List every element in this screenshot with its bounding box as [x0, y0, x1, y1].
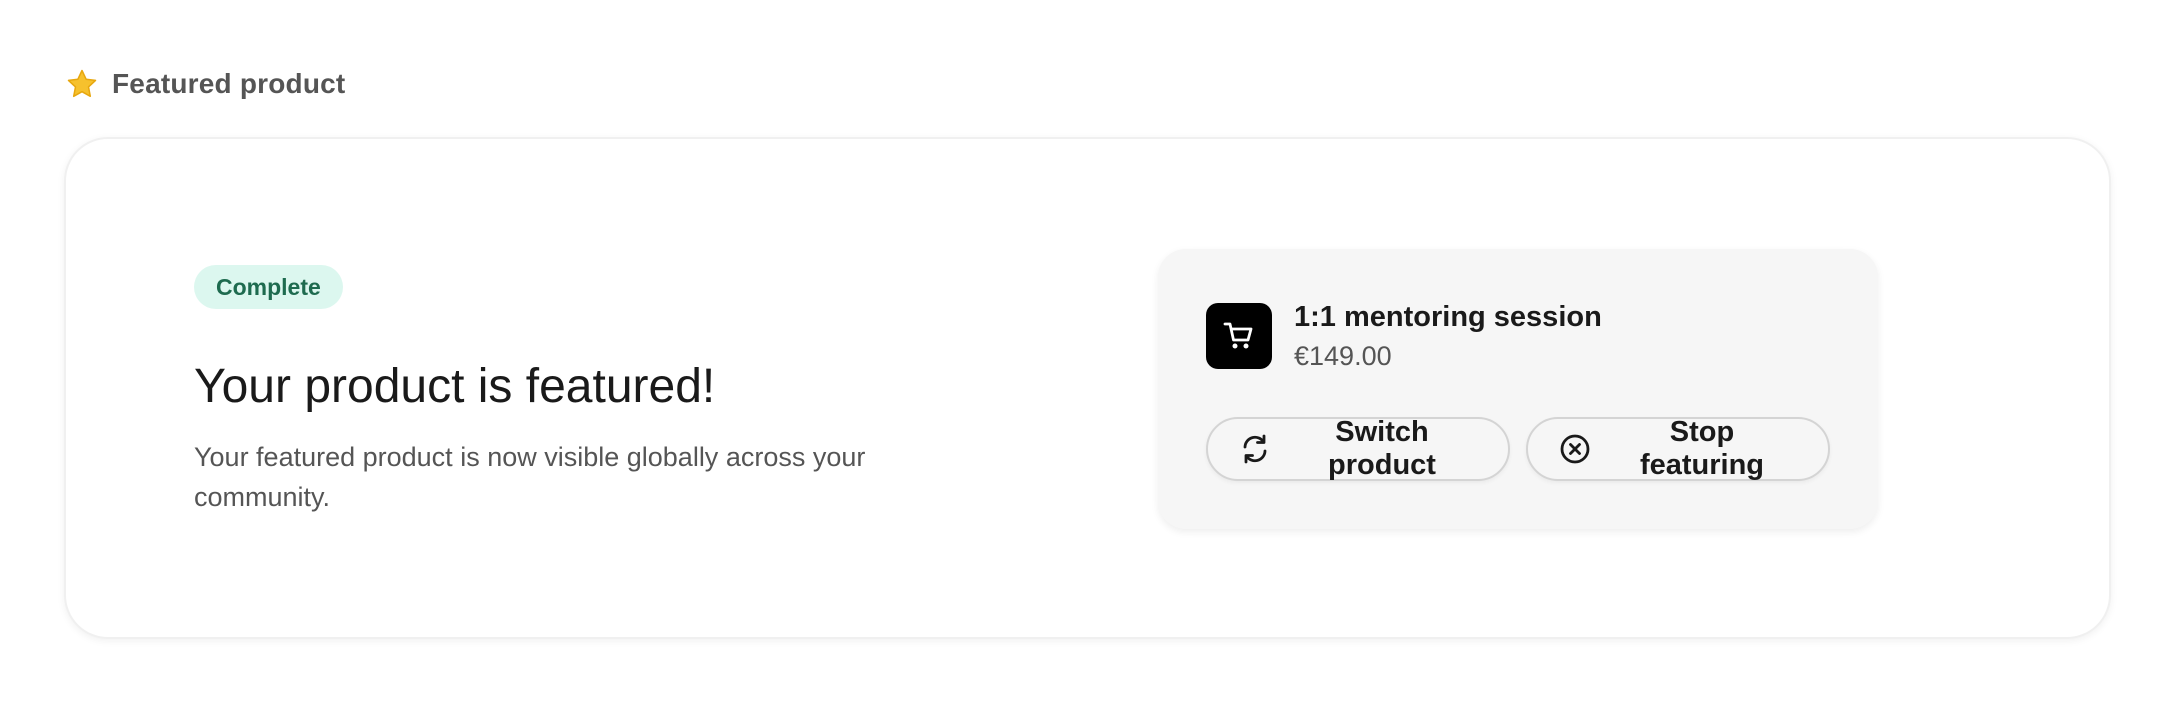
stop-featuring-button[interactable]: Stop featuring — [1526, 416, 1830, 481]
status-description: Your featured product is now visible glo… — [194, 442, 866, 512]
status-badge: Complete — [194, 265, 343, 309]
shopping-cart-icon — [1223, 322, 1253, 349]
section-header: Featured product — [66, 64, 345, 104]
stop-featuring-label: Stop featuring — [1639, 416, 1765, 481]
page-title: Your product is featured! — [194, 360, 716, 413]
section-title: Featured product — [112, 68, 346, 99]
product-thumbnail — [1206, 303, 1272, 369]
product-price: €149.00 — [1294, 341, 1392, 371]
switch-product-label: Switch product — [1328, 416, 1436, 481]
star-icon — [66, 68, 98, 100]
refresh-icon — [1243, 434, 1267, 464]
product-name: 1:1 mentoring session — [1294, 301, 1602, 333]
featured-product-page: Featured product Complete Your product i… — [0, 0, 2176, 704]
featured-product-card: Complete Your product is featured! Your … — [64, 137, 2111, 639]
switch-product-button[interactable]: Switch product — [1206, 416, 1510, 481]
close-circle-icon — [1560, 434, 1590, 464]
product-panel: 1:1 mentoring session €149.00 Switch pro… — [1158, 249, 1878, 529]
